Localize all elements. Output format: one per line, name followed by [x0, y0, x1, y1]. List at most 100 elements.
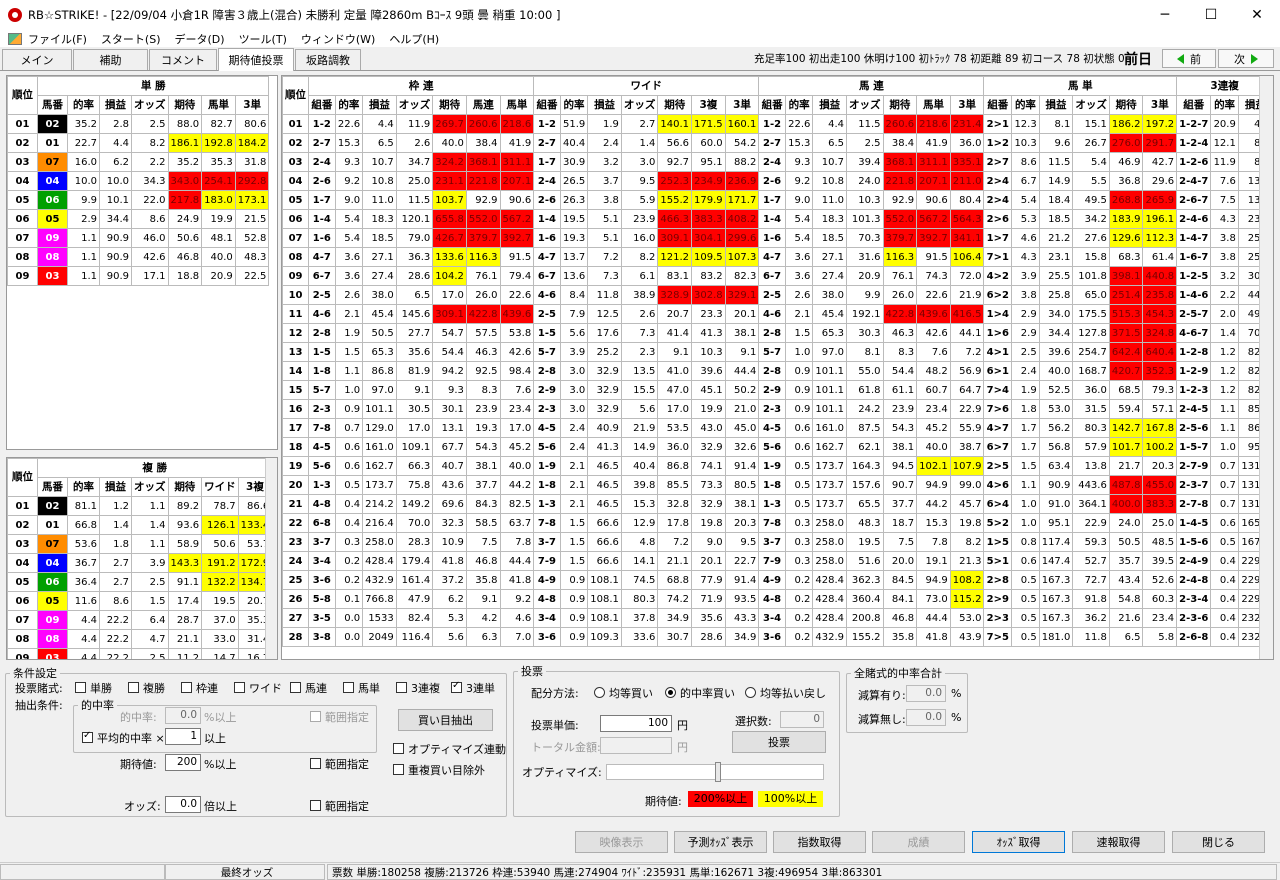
optimize-slider[interactable] [606, 762, 824, 782]
alloc-hitrate-radio[interactable]: 的中率買い [665, 685, 735, 701]
index-fetch-button[interactable]: 指数取得 [773, 831, 866, 853]
tab-main[interactable]: メイン [2, 49, 72, 70]
table-row[interactable]: 07 09 1.1 90.9 46.0 50.6 48.1 52.8 [7, 228, 270, 248]
table-row[interactable]: 09 03 1.1 90.9 17.1 18.8 20.9 22.5 [7, 266, 270, 286]
table-row[interactable]: 16 2-3 0.9 101.1 30.5 30.1 23.9 23.4 2-3 3.0 32.9 5… [282, 399, 1273, 419]
table-row[interactable]: 01 1-2 22.6 4.4 11.9 269.7 260.6 218.6 1-2 51.9 1.… [282, 114, 1273, 134]
table-row[interactable]: 26 5-8 0.1 766.8 47.9 6.2 9.1 9.2 4-8 0.9 108.1 80.… [282, 589, 1273, 609]
table-row[interactable]: 08 4-7 3.6 27.1 36.3 133.6 116.3 91.5 4-7 13.7 7.2… [282, 247, 1273, 267]
next-button[interactable]: 次 [1218, 49, 1274, 68]
unit-price-input[interactable]: 100 [600, 715, 672, 732]
table-row[interactable]: 19 5-6 0.6 162.7 66.3 40.7 38.1 40.0 1-9 2.1 46.5 4… [282, 456, 1273, 476]
expect-input[interactable]: 200 [165, 754, 201, 771]
value-cell: 22.6 [499, 285, 535, 305]
table-row[interactable]: 07 1-6 5.4 18.5 79.0 426.7 379.7 392.7 1-6 19.3 5.… [282, 228, 1273, 248]
table-row[interactable]: 10 2-5 2.6 38.0 6.5 17.0 26.0 22.6 4-6 8.4 11.8 38.… [282, 285, 1273, 305]
table-row[interactable]: 20 1-3 0.5 173.7 75.8 43.6 37.7 44.2 1-8 2.1 46.5 3… [282, 475, 1273, 495]
table-row[interactable]: 05 06 9.9 10.1 22.0 217.8 183.0 173.1 [7, 190, 270, 210]
menu-tools[interactable]: ツール(T) [239, 31, 287, 47]
table-row[interactable]: 05 1-7 9.0 11.0 11.5 103.7 92.9 90.6 2-6 26.3 3.8 5… [282, 190, 1273, 210]
menu-start[interactable]: スタート(S) [101, 31, 161, 47]
table-row[interactable]: 13 1-5 1.5 65.3 35.6 54.4 46.3 42.6 5-7 3.9 25.2 2.… [282, 342, 1273, 362]
maximize-button[interactable]: ☐ [1188, 0, 1234, 30]
table-row[interactable]: 12 2-8 1.9 50.5 27.7 54.7 57.5 53.8 1-5 5.6 17.6 7.… [282, 323, 1273, 343]
table-row[interactable]: 02 2-7 15.3 6.5 2.6 40.0 38.4 41.9 2-7 40.4 2.4 1.4… [282, 133, 1273, 153]
alloc-equal-payout-radio[interactable]: 均等払い戻し [745, 685, 826, 701]
table-row[interactable]: 01 02 81.1 1.2 1.1 89.2 78.7 86.6 [7, 496, 273, 516]
bet-check-2[interactable]: 枠連 [181, 680, 218, 696]
range-check-2[interactable]: 範囲指定 [310, 756, 369, 772]
slider-thumb[interactable] [715, 762, 721, 782]
table-row[interactable]: 06 1-4 5.4 18.3 120.1 655.8 552.0 567.2 1-4 19.5 5… [282, 209, 1273, 229]
table-row[interactable]: 06 05 11.6 8.6 1.5 17.4 19.5 20.7 [7, 591, 273, 611]
table-row[interactable]: 02 01 22.7 4.4 8.2 186.1 192.8 184.2 [7, 133, 270, 153]
bet-check-6[interactable]: 3連複 [396, 680, 440, 696]
menu-window[interactable]: ウィンドウ(W) [301, 31, 375, 47]
table-row[interactable]: 15 5-7 1.0 97.0 9.1 9.3 8.3 7.6 2-9 3.0 32.9 15.5 47… [282, 380, 1273, 400]
bet-check-4[interactable]: 馬連 [290, 680, 327, 696]
odds-fetch-button[interactable]: ｵｯｽﾞ取得 [972, 831, 1065, 853]
results-button[interactable]: 成績 [872, 831, 965, 853]
bet-check-0[interactable]: 単勝 [75, 680, 112, 696]
video-button[interactable]: 映像表示 [575, 831, 668, 853]
odds-input[interactable]: 0.0 [165, 796, 201, 813]
tab-assist[interactable]: 補助 [73, 49, 148, 70]
table-row[interactable]: 09 03 4.4 22.2 2.5 11.2 14.7 16.7 [7, 648, 273, 659]
hit-rate-input[interactable]: 0.0 [165, 707, 201, 724]
bet-check-5[interactable]: 馬単 [343, 680, 380, 696]
table-row[interactable]: 24 3-4 0.2 428.4 179.4 41.8 46.8 44.4 7-9 1.5 66.6… [282, 551, 1273, 571]
table-row[interactable]: 03 2-4 9.3 10.7 34.7 324.2 368.1 311.1 1-7 30.9 3.… [282, 152, 1273, 172]
table-row[interactable]: 14 1-8 1.1 86.8 81.9 94.2 92.5 98.4 2-8 3.0 32.9 13… [282, 361, 1273, 381]
table-row[interactable]: 22 6-8 0.4 216.4 70.0 32.3 58.5 63.7 7-8 1.5 66.6 1… [282, 513, 1273, 533]
optimize-link-check[interactable]: オプティマイズ連動 [393, 741, 506, 757]
table-row[interactable]: 06 05 2.9 34.4 8.6 24.9 19.9 21.5 [7, 209, 270, 229]
flash-fetch-button[interactable]: 速報取得 [1072, 831, 1165, 853]
bet-check-7[interactable]: 3連単 [451, 680, 495, 696]
combo-cell: 2>4 [983, 171, 1013, 191]
prev-button[interactable]: 前 [1162, 49, 1216, 68]
avg-hit-check[interactable]: 平均的中率 × [82, 730, 165, 746]
table-row[interactable]: 08 08 1.1 90.9 42.6 46.8 40.0 48.3 [7, 247, 270, 267]
close-button[interactable]: ✕ [1234, 0, 1280, 30]
table-row[interactable]: 03 07 53.6 1.8 1.1 58.9 50.6 53.7 [7, 534, 273, 554]
close-window-button[interactable]: 閉じる [1172, 831, 1265, 853]
menu-help[interactable]: ヘルプ(H) [389, 31, 439, 47]
tab-slope-training[interactable]: 坂路調教 [295, 49, 361, 70]
tab-comment[interactable]: コメント [149, 49, 217, 70]
table-row[interactable]: 04 04 10.0 10.0 34.3 343.0 254.1 292.8 [7, 171, 270, 191]
table-row[interactable]: 25 3-6 0.2 432.9 161.4 37.2 35.8 41.8 4-9 0.9 108.… [282, 570, 1273, 590]
table-row[interactable]: 09 6-7 3.6 27.4 28.6 104.2 76.1 79.4 6-7 13.6 7.3 6… [282, 266, 1273, 286]
value-cell: 5.8 [1142, 627, 1178, 647]
bet-check-3[interactable]: ワイド [234, 680, 282, 696]
table-row[interactable]: 04 04 36.7 2.7 3.9 143.3 191.2 172.9 [7, 553, 273, 573]
table-row[interactable]: 08 08 4.4 22.2 4.7 21.1 33.0 31.4 [7, 629, 273, 649]
grid-scrollbar-vertical[interactable] [1259, 76, 1273, 659]
avg-hit-input[interactable]: 1 [165, 728, 201, 745]
place-scrollbar[interactable] [265, 458, 277, 659]
table-row[interactable]: 11 4-6 2.1 45.4 145.6 309.1 422.8 439.6 2-5 7.9 12… [282, 304, 1273, 324]
dup-exclude-check[interactable]: 重複買い目除外 [393, 762, 485, 778]
tab-expected-vote[interactable]: 期待値投票 [218, 48, 294, 71]
range-check-1[interactable]: 範囲指定 [310, 709, 369, 725]
table-row[interactable]: 01 02 35.2 2.8 2.5 88.0 82.7 80.6 [7, 114, 270, 134]
table-row[interactable]: 27 3-5 0.0 1533 82.4 5.3 4.2 4.6 3-4 0.9 108.1 37.8… [282, 608, 1273, 628]
table-row[interactable]: 04 2-6 9.2 10.8 25.0 231.1 221.8 207.1 2-4 26.5 3.… [282, 171, 1273, 191]
table-row[interactable]: 02 01 66.8 1.4 1.4 93.6 126.1 133.4 [7, 515, 273, 535]
extract-button[interactable]: 買い目抽出 [398, 709, 493, 731]
predicted-odds-button[interactable]: 予測ｵｯｽﾞ表示 [674, 831, 767, 853]
table-row[interactable]: 21 4-8 0.4 214.2 149.2 69.6 84.3 82.5 1-3 2.1 46.5… [282, 494, 1273, 514]
menu-data[interactable]: データ(D) [175, 31, 225, 47]
table-row[interactable]: 03 07 16.0 6.2 2.2 35.2 35.3 31.8 [7, 152, 270, 172]
minimize-button[interactable]: ─ [1142, 0, 1188, 30]
vote-button[interactable]: 投票 [732, 731, 826, 753]
table-row[interactable]: 05 06 36.4 2.7 2.5 91.1 132.2 134.7 [7, 572, 273, 592]
alloc-equal-radio[interactable]: 均等買い [594, 685, 653, 701]
bet-check-1[interactable]: 複勝 [128, 680, 165, 696]
table-row[interactable]: 17 7-8 0.7 129.0 17.0 13.1 19.3 17.0 4-5 2.4 40.9 2… [282, 418, 1273, 438]
table-row[interactable]: 07 09 4.4 22.2 6.4 28.7 37.0 35.3 [7, 610, 273, 630]
table-row[interactable]: 18 4-5 0.6 161.0 109.1 67.7 54.3 45.2 5-6 2.4 41.3… [282, 437, 1273, 457]
table-row[interactable]: 28 3-8 0.0 2049 116.4 5.6 6.3 7.0 3-6 0.9 109.3 33.… [282, 627, 1273, 647]
table-row[interactable]: 23 3-7 0.3 258.0 28.3 10.9 7.5 7.8 3-7 1.5 66.6 4.8… [282, 532, 1273, 552]
menu-file[interactable]: ファイル(F) [28, 31, 87, 47]
range-check-3[interactable]: 範囲指定 [310, 798, 369, 814]
